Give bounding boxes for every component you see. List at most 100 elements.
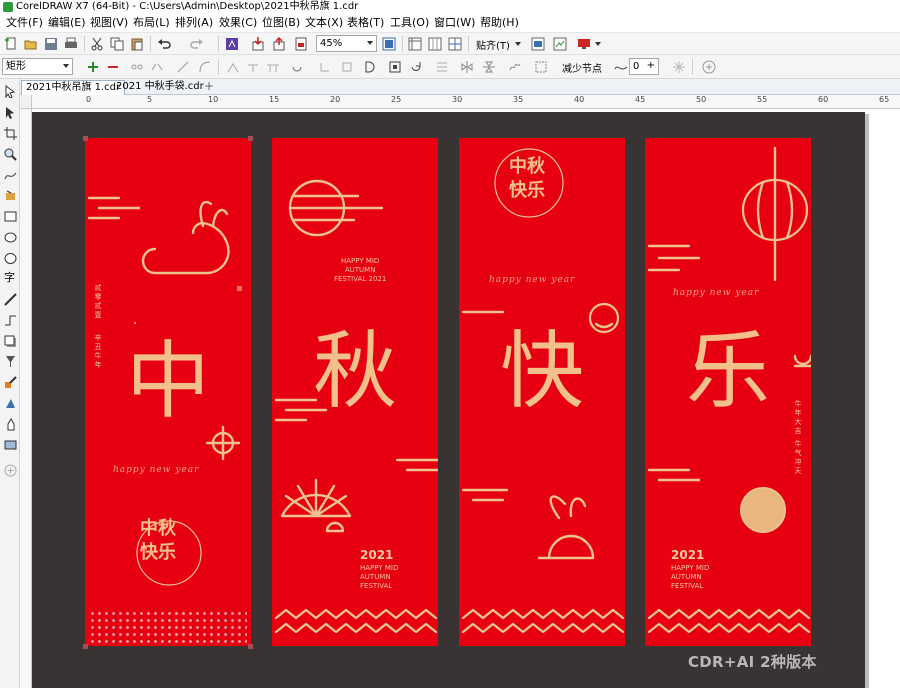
align-nodes-icon[interactable] — [435, 60, 449, 74]
search-content-icon[interactable] — [225, 37, 239, 51]
cusp-node-icon[interactable] — [226, 60, 240, 74]
smart-fill-icon[interactable] — [4, 418, 17, 431]
show-rulers-icon[interactable] — [408, 37, 422, 51]
vertical-ruler[interactable] — [20, 109, 32, 688]
ruler-origin[interactable] — [20, 95, 32, 109]
selection-handle[interactable] — [248, 136, 253, 141]
extend-curve-icon[interactable] — [318, 60, 332, 74]
zoom-level-combo[interactable]: 45% — [316, 35, 377, 52]
drawing-canvas[interactable]: 贰零贰壹 辛丑牛年 中 happy new year 中秋 快乐 HAPPY M… — [32, 109, 900, 688]
rotate-nodes-icon[interactable] — [409, 60, 423, 74]
save-icon[interactable] — [44, 37, 58, 51]
window-title: CorelDRAW X7 (64-Bit) - C:\Users\Admin\D… — [16, 1, 359, 12]
reduce-nodes-button[interactable]: 减少节点 — [562, 60, 602, 75]
extract-subpath-icon[interactable] — [340, 60, 354, 74]
show-grid-icon[interactable] — [428, 37, 442, 51]
options-icon[interactable] — [531, 37, 545, 51]
elastic-mode-icon[interactable] — [508, 60, 522, 74]
show-guidelines-icon[interactable] — [448, 37, 462, 51]
transparency-tool-icon[interactable] — [4, 355, 17, 368]
menu-view[interactable]: 视图(V) — [90, 16, 128, 30]
print-icon[interactable] — [64, 37, 78, 51]
select-all-nodes-icon[interactable] — [534, 60, 548, 74]
reverse-direction-icon[interactable] — [290, 60, 304, 74]
redo-icon[interactable] — [190, 37, 204, 51]
outline-pen-icon[interactable] — [4, 438, 17, 451]
smart-fill-tool-icon[interactable] — [4, 189, 17, 202]
menu-help[interactable]: 帮助(H) — [480, 16, 519, 30]
smooth-node-icon[interactable] — [246, 60, 260, 74]
join-nodes-icon[interactable] — [130, 60, 144, 74]
new-document-icon[interactable] — [4, 37, 18, 51]
banner-qiu[interactable]: HAPPY MID AUTUMN FESTIVAL 2021 秋 2021 HA… — [272, 138, 438, 646]
curve-smoothness-input[interactable]: 0 + — [629, 58, 659, 75]
import-icon[interactable] — [251, 37, 265, 51]
menu-layout[interactable]: 布局(L) — [133, 16, 170, 30]
drop-shadow-tool-icon[interactable] — [4, 335, 17, 348]
chevron-down-icon — [367, 41, 373, 45]
object-type-combo[interactable]: 矩形 — [2, 58, 73, 75]
menu-arrange[interactable]: 排列(A) — [175, 16, 213, 30]
banner-kuai[interactable]: 中秋 快乐 happy new year 快 — [459, 138, 625, 646]
undo-icon[interactable] — [157, 37, 171, 51]
convert-to-curve-icon[interactable] — [198, 60, 212, 74]
selection-handle[interactable] — [248, 644, 253, 649]
shape-tool-icon[interactable] — [4, 106, 17, 119]
tab-document-2[interactable]: 2021 中秋手袋.cdr — [112, 80, 208, 95]
select-all-nodes-star-icon[interactable] — [672, 60, 686, 74]
menu-file[interactable]: 文件(F) — [6, 16, 43, 30]
menu-window[interactable]: 窗口(W) — [434, 16, 475, 30]
add-node-icon[interactable] — [86, 60, 100, 74]
polygon-tool-icon[interactable] — [4, 252, 17, 265]
crop-tool-icon[interactable] — [4, 127, 17, 140]
pick-tool-icon[interactable] — [4, 85, 17, 98]
export-icon[interactable] — [272, 37, 286, 51]
full-screen-preview-icon[interactable] — [382, 37, 396, 51]
cut-icon[interactable] — [90, 37, 104, 51]
menu-edit[interactable]: 编辑(E) — [48, 16, 86, 30]
add-tool-icon[interactable] — [4, 464, 17, 477]
banner-zhong[interactable]: 贰零贰壹 辛丑牛年 中 happy new year 中秋 快乐 — [85, 138, 251, 646]
snap-to-button[interactable]: 贴齐(T) — [476, 37, 510, 52]
application-launcher-icon[interactable] — [553, 37, 567, 51]
new-tab-plus-icon[interactable]: + — [204, 79, 214, 93]
horizontal-ruler[interactable]: 0 5 10 15 20 25 30 35 40 45 50 55 60 65 — [32, 95, 900, 109]
convert-to-line-icon[interactable] — [176, 60, 190, 74]
tab-document-1[interactable]: 2021中秋吊旗 1.cdr — [21, 80, 126, 95]
interactive-fill-tool-icon[interactable] — [4, 397, 17, 410]
selection-handle[interactable] — [83, 644, 88, 649]
stretch-nodes-icon[interactable] — [388, 60, 402, 74]
break-curve-icon[interactable] — [150, 60, 164, 74]
menu-table[interactable]: 表格(T) — [347, 16, 384, 30]
menu-text[interactable]: 文本(X) — [305, 16, 343, 30]
open-icon[interactable] — [24, 37, 38, 51]
menu-effects[interactable]: 效果(C) — [219, 16, 257, 30]
zoom-tool-icon[interactable] — [4, 148, 17, 161]
connector-tool-icon[interactable] — [4, 314, 17, 327]
paste-icon[interactable] — [130, 37, 144, 51]
toolbar-separator — [150, 36, 151, 52]
banner-le[interactable]: happy new year 乐 牛年大吉 牛气冲天 2021 HAPPY MI… — [645, 138, 811, 646]
delete-node-icon[interactable] — [106, 60, 120, 74]
selection-handle[interactable] — [83, 136, 88, 141]
close-curve-icon[interactable] — [362, 60, 376, 74]
text-tool-icon[interactable]: 字 — [4, 269, 15, 285]
ellipse-tool-icon[interactable] — [4, 231, 17, 244]
publish-pdf-icon[interactable] — [294, 37, 308, 51]
parallel-dimension-tool-icon[interactable] — [4, 293, 17, 306]
menu-tools[interactable]: 工具(O) — [390, 16, 429, 30]
reflect-vertical-icon[interactable] — [482, 60, 496, 74]
chevron-down-icon[interactable] — [595, 42, 601, 46]
symmetrical-node-icon[interactable] — [266, 60, 280, 74]
color-eyedropper-icon[interactable] — [4, 376, 17, 389]
freehand-tool-icon[interactable] — [4, 169, 17, 182]
rectangle-tool-icon[interactable] — [4, 210, 17, 223]
design-page[interactable]: 贰零贰壹 辛丑牛年 中 happy new year 中秋 快乐 HAPPY M… — [32, 112, 865, 688]
chevron-down-icon[interactable] — [515, 42, 521, 46]
reflect-horizontal-icon[interactable] — [460, 60, 474, 74]
add-toolbar-icon[interactable] — [702, 60, 716, 74]
menu-bitmaps[interactable]: 位图(B) — [262, 16, 300, 30]
welcome-screen-icon[interactable] — [577, 37, 591, 51]
copy-icon[interactable] — [110, 37, 124, 51]
curve-smoothness-icon[interactable] — [614, 60, 628, 74]
